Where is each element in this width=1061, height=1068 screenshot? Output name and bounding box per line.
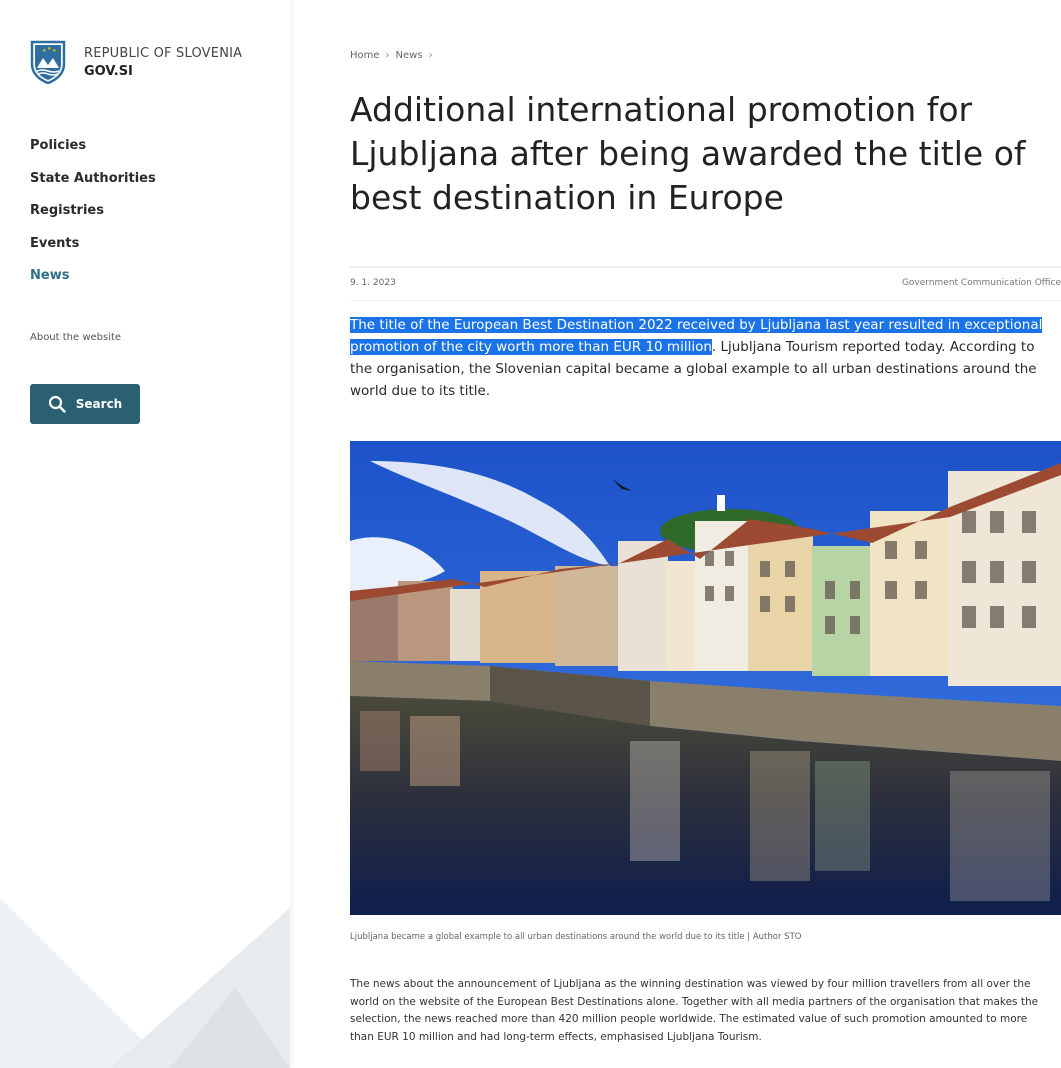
breadcrumb-separator-icon: › [428, 50, 433, 61]
article-meta: 9. 1. 2023 Government Communication Offi… [350, 266, 1061, 301]
svg-text:★: ★ [52, 48, 57, 54]
article-lead: The title of the European Best Destinati… [350, 314, 1050, 402]
breadcrumb: Home › News › [350, 50, 433, 61]
site-name-line2: GOV.SI [84, 64, 133, 79]
article-title: Additional international promotion for L… [350, 90, 1026, 217]
nav-item-registries[interactable]: Registries [30, 201, 156, 234]
breadcrumb-news[interactable]: News [396, 50, 423, 61]
article-organisation[interactable]: Government Communication Office [902, 278, 1061, 288]
image-caption: Ljubljana became a global example to all… [350, 932, 802, 942]
sidebar-decoration [0, 898, 290, 1068]
search-icon [48, 395, 66, 413]
search-button-label: Search [75, 397, 123, 411]
article-image [350, 441, 1061, 915]
nav-item-state-authorities[interactable]: State Authorities [30, 169, 156, 202]
site-logo[interactable]: ★ ★ ★ REPUBLIC OF SLOVENIA GOV.SI [30, 40, 242, 84]
nav-item-events[interactable]: Events [30, 234, 156, 267]
site-name-line1: REPUBLIC OF SLOVENIA [84, 46, 243, 61]
main-navigation: Policies State Authorities Registries Ev… [30, 136, 156, 299]
breadcrumb-separator-icon: › [385, 50, 390, 61]
about-website-link[interactable]: About the website [30, 332, 121, 343]
article-body: The news about the announcement of Ljubl… [350, 978, 1039, 1043]
search-button[interactable]: Search [30, 384, 140, 424]
coat-of-arms-icon: ★ ★ ★ [30, 40, 66, 84]
sidebar: ★ ★ ★ REPUBLIC OF SLOVENIA GOV.SI Polici… [0, 0, 290, 1068]
breadcrumb-home[interactable]: Home [350, 50, 380, 61]
nav-item-policies[interactable]: Policies [30, 136, 156, 169]
article-date: 9. 1. 2023 [350, 278, 396, 288]
nav-item-news[interactable]: News [30, 266, 156, 299]
